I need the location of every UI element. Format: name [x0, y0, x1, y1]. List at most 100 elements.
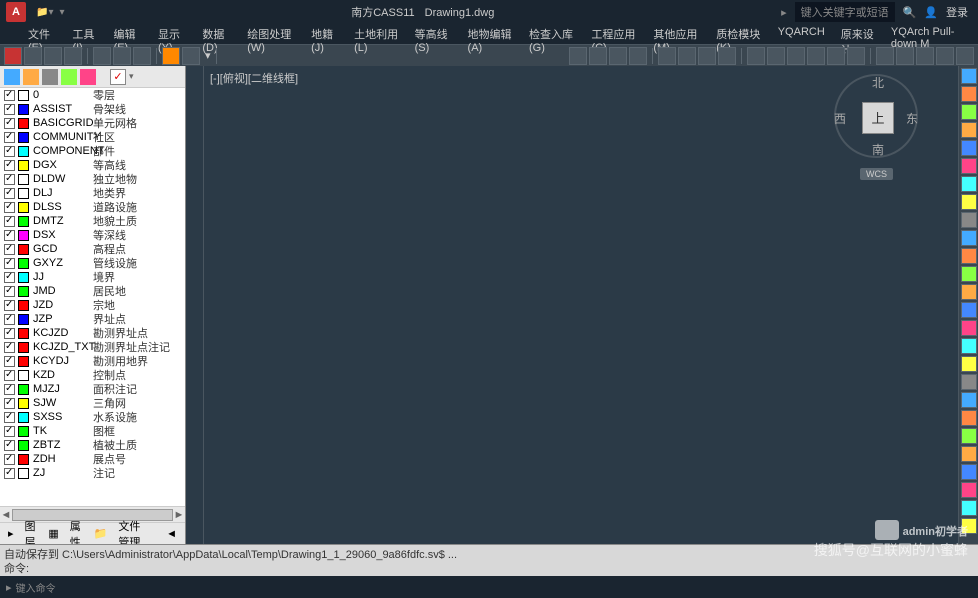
layer-color-swatch[interactable]	[18, 258, 29, 269]
user-icon[interactable]: 👤	[924, 6, 938, 19]
layer-color-swatch[interactable]	[18, 188, 29, 199]
layer-color-swatch[interactable]	[18, 454, 29, 465]
layer-checkbox[interactable]	[4, 118, 15, 129]
tool-btn[interactable]	[64, 47, 82, 65]
layer-checkbox[interactable]	[4, 160, 15, 171]
layer-row[interactable]: COMPONENT部件	[0, 144, 185, 158]
tool-btn[interactable]	[936, 47, 954, 65]
layer-row[interactable]: JJ境界	[0, 270, 185, 284]
layer-checkbox[interactable]	[4, 300, 15, 311]
layer-checkbox[interactable]	[4, 440, 15, 451]
tool-btn[interactable]	[896, 47, 914, 65]
layer-checkbox[interactable]	[4, 314, 15, 325]
layer-color-swatch[interactable]	[18, 272, 29, 283]
layer-checkbox[interactable]	[4, 272, 15, 283]
tool-btn[interactable]	[24, 47, 42, 65]
menu-item[interactable]: 编辑(E)	[106, 24, 150, 44]
drawing-canvas[interactable]: [-][俯视][二维线框] 北 东 南 西 上 WCS	[204, 66, 958, 544]
panel-tool-icon[interactable]	[42, 69, 58, 85]
tool-btn[interactable]	[44, 47, 62, 65]
viewport-label[interactable]: [-][俯视][二维线框]	[210, 70, 298, 86]
viewcube-face[interactable]: 上	[862, 102, 894, 134]
tool-btn[interactable]	[569, 47, 587, 65]
layer-color-swatch[interactable]	[18, 328, 29, 339]
layer-color-swatch[interactable]	[18, 300, 29, 311]
layer-list[interactable]: 0零层ASSIST骨架线BASICGRID单元网格COMMUNITY社区COMP…	[0, 88, 185, 506]
right-tool-icon[interactable]	[961, 212, 977, 228]
tab-icon[interactable]: 📁	[90, 525, 112, 542]
viewcube-north[interactable]: 北	[872, 74, 884, 91]
layer-color-swatch[interactable]	[18, 230, 29, 241]
layer-row[interactable]: DMTZ地貌土质	[0, 214, 185, 228]
help-arrow-icon[interactable]: ▸	[781, 6, 787, 19]
tool-btn[interactable]	[589, 47, 607, 65]
cmd-expand-icon[interactable]: ▸	[6, 581, 12, 594]
tool-btn[interactable]	[767, 47, 785, 65]
right-tool-icon[interactable]	[961, 122, 977, 138]
right-tool-icon[interactable]	[961, 176, 977, 192]
tool-btn[interactable]	[956, 47, 974, 65]
layer-checkbox[interactable]	[4, 370, 15, 381]
layer-row[interactable]: KZD控制点	[0, 368, 185, 382]
layer-row[interactable]: GXYZ管线设施	[0, 256, 185, 270]
layer-row[interactable]: JMD居民地	[0, 284, 185, 298]
right-tool-icon[interactable]	[961, 356, 977, 372]
right-tool-icon[interactable]	[961, 158, 977, 174]
tool-3d-icon[interactable]	[4, 47, 22, 65]
right-tool-icon[interactable]	[961, 284, 977, 300]
tool-btn[interactable]	[182, 47, 200, 65]
layer-checkbox[interactable]	[4, 286, 15, 297]
expand-icon[interactable]: ▸	[4, 525, 18, 542]
right-tool-icon[interactable]	[961, 86, 977, 102]
layer-checkbox[interactable]	[4, 132, 15, 143]
layer-color-swatch[interactable]	[18, 286, 29, 297]
panel-tool-icon[interactable]	[4, 69, 20, 85]
tool-btn[interactable]	[609, 47, 627, 65]
collapse-icon[interactable]: ◄	[162, 526, 181, 542]
layer-color-swatch[interactable]	[18, 202, 29, 213]
menu-item[interactable]: 工程应用(C)	[583, 24, 645, 44]
check-icon[interactable]: ✓	[110, 69, 126, 85]
tool-btn[interactable]	[658, 47, 676, 65]
right-tool-icon[interactable]	[961, 392, 977, 408]
layer-row[interactable]: GCD高程点	[0, 242, 185, 256]
right-tool-icon[interactable]	[961, 140, 977, 156]
menu-item[interactable]: 地物编辑(A)	[460, 24, 521, 44]
tool-btn[interactable]	[113, 47, 131, 65]
layer-checkbox[interactable]	[4, 398, 15, 409]
layer-row[interactable]: BASICGRID单元网格	[0, 116, 185, 130]
layer-checkbox[interactable]	[4, 174, 15, 185]
right-tool-icon[interactable]	[961, 248, 977, 264]
tool-btn[interactable]	[93, 47, 111, 65]
wcs-label[interactable]: WCS	[860, 168, 893, 180]
layer-checkbox[interactable]	[4, 328, 15, 339]
layer-row[interactable]: ASSIST骨架线	[0, 102, 185, 116]
tool-btn[interactable]	[847, 47, 865, 65]
right-tool-icon[interactable]	[961, 410, 977, 426]
tool-btn[interactable]	[162, 47, 180, 65]
layer-color-swatch[interactable]	[18, 314, 29, 325]
right-tool-icon[interactable]	[961, 518, 977, 534]
layer-color-swatch[interactable]	[18, 244, 29, 255]
panel-tool-icon[interactable]	[80, 69, 96, 85]
scroll-left-icon[interactable]: ◄	[0, 509, 12, 521]
layer-color-swatch[interactable]	[18, 398, 29, 409]
layer-row[interactable]: ZBTZ植被土质	[0, 438, 185, 452]
menu-item[interactable]: YQARCH	[770, 24, 833, 44]
right-tool-icon[interactable]	[961, 266, 977, 282]
layer-row[interactable]: SJW三角网	[0, 396, 185, 410]
layer-checkbox[interactable]	[4, 230, 15, 241]
layer-checkbox[interactable]	[4, 412, 15, 423]
layer-color-swatch[interactable]	[18, 468, 29, 479]
open-icon[interactable]: 📁▾	[36, 7, 53, 18]
tool-btn[interactable]	[876, 47, 894, 65]
viewcube[interactable]: 北 东 南 西 上 WCS	[834, 74, 918, 174]
tool-btn[interactable]	[718, 47, 736, 65]
layer-row[interactable]: KCJZD勘测界址点	[0, 326, 185, 340]
layer-color-swatch[interactable]	[18, 370, 29, 381]
layer-checkbox[interactable]	[4, 468, 15, 479]
tool-btn[interactable]	[916, 47, 934, 65]
tool-btn[interactable]	[133, 47, 151, 65]
layer-row[interactable]: DSX等深线	[0, 228, 185, 242]
layer-row[interactable]: TK图框	[0, 424, 185, 438]
